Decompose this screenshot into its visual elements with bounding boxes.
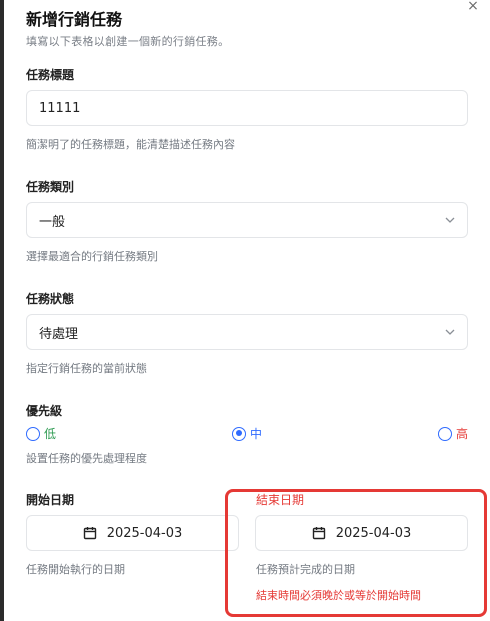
chevron-down-icon [445,327,455,338]
task-status-help: 指定行銷任務的當前狀態 [26,362,147,375]
start-date-picker[interactable]: 2025-04-03 [26,515,239,551]
priority-high-label: 高 [456,427,469,441]
dialog-title: 新增行銷任務 [26,10,123,29]
end-date-error: 結束時間必須晚於或等於開始時間 [256,589,421,602]
priority-radio-low[interactable]: 低 [26,425,56,442]
priority-label: 優先級 [26,404,63,418]
priority-radio-high[interactable]: 高 [438,425,468,442]
radio-circle[interactable] [438,426,452,441]
end-date-value: 2025-04-03 [335,525,412,541]
end-date-label: 結束日期 [256,493,305,507]
task-title-field[interactable] [26,90,468,126]
end-date-picker[interactable]: 2025-04-03 [255,515,468,551]
new-task-dialog: × 新增行銷任務 填寫以下表格以創建一個新的行銷任務。 任務標題 簡潔明了的任務… [4,0,490,621]
task-title-label: 任務標題 [26,68,75,82]
task-type-select[interactable]: 一般 [26,202,468,238]
task-status-select[interactable]: 待處理 [26,314,468,350]
radio-circle[interactable] [232,426,246,441]
task-title-input[interactable] [39,100,455,116]
priority-help: 設置任務的優先處理程度 [26,452,147,465]
task-type-help: 選擇最適合的行銷任務類別 [26,250,158,263]
priority-low-label: 低 [44,427,57,441]
calendar-icon [83,526,97,540]
chevron-down-icon [445,215,455,226]
radio-circle[interactable] [26,426,40,441]
start-date-value: 2025-04-03 [106,525,183,541]
task-status-value: 待處理 [39,326,79,342]
priority-medium-label: 中 [250,427,263,441]
task-type-value: 一般 [39,214,66,230]
task-status-label: 任務狀態 [26,292,75,306]
start-date-label: 開始日期 [26,493,75,507]
dialog-subtitle: 填寫以下表格以創建一個新的行銷任務。 [26,35,230,48]
close-icon[interactable]: × [464,0,482,14]
start-date-help: 任務開始執行的日期 [26,563,125,576]
calendar-icon [312,526,326,540]
end-date-help: 任務預計完成的日期 [256,563,355,576]
priority-radio-medium[interactable]: 中 [232,425,262,442]
task-title-help: 簡潔明了的任務標題，能清楚描述任務內容 [26,138,235,151]
task-type-label: 任務類別 [26,180,75,194]
